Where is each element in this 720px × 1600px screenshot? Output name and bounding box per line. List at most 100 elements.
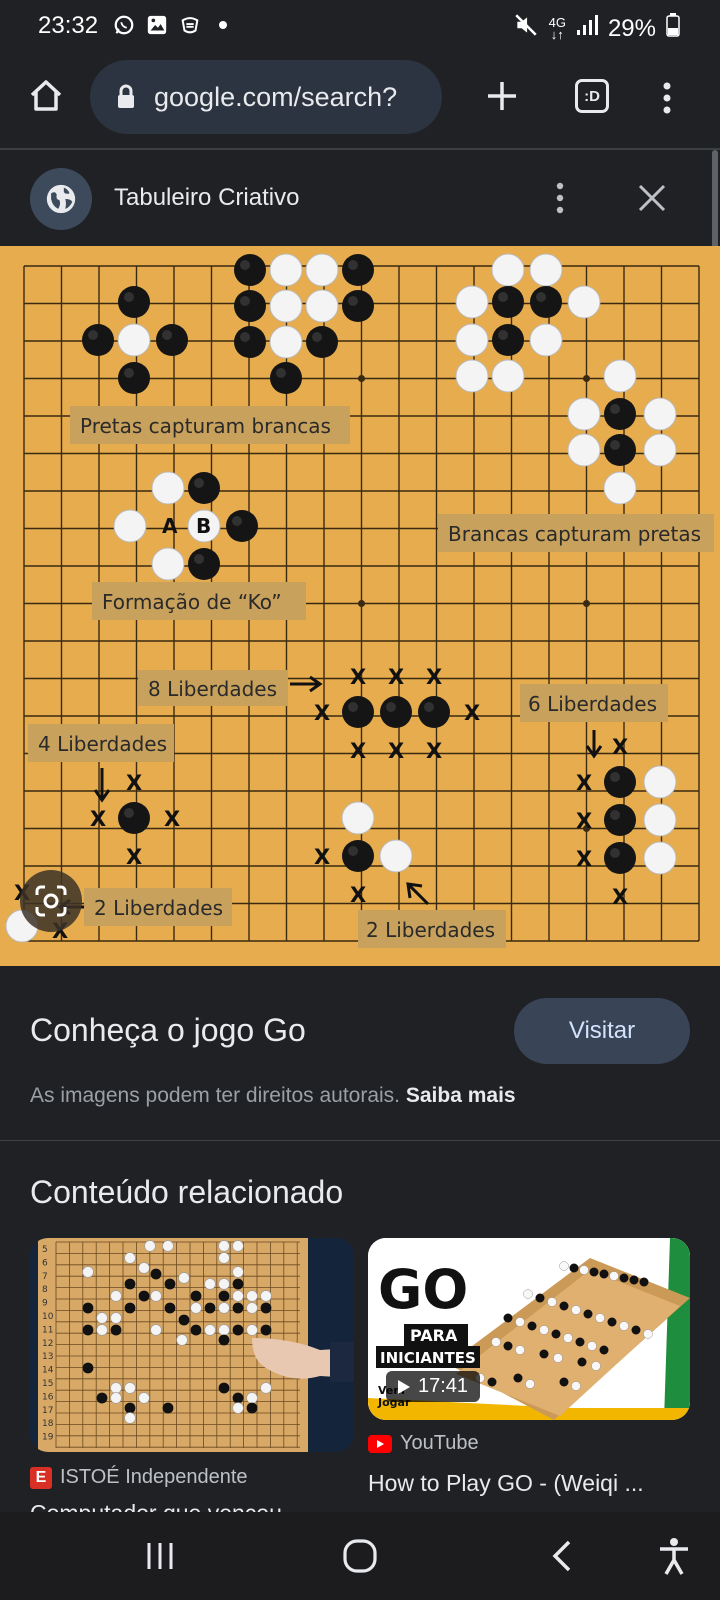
thumb-black-stone [204, 1302, 216, 1314]
thumb-white-stone [124, 1252, 136, 1264]
url-bar[interactable]: google.com/search? [90, 60, 442, 134]
thumb-black-stone [124, 1302, 136, 1314]
thumb2-white-stone [643, 1329, 653, 1339]
close-button[interactable] [634, 180, 670, 216]
thumb2-white-stone [523, 1289, 533, 1299]
recents-button[interactable] [138, 1534, 182, 1578]
label-2-liberdades-a: 2 Liberdades [94, 896, 223, 920]
viewer-more-button[interactable] [548, 178, 572, 218]
white-stone [151, 547, 185, 581]
tab-switcher-button[interactable]: :D [575, 79, 609, 113]
black-stone [604, 434, 636, 466]
accessibility-button[interactable] [652, 1534, 696, 1578]
black-stone [604, 766, 636, 798]
thumb-white-stone [260, 1382, 272, 1394]
thumb-white-stone [124, 1412, 136, 1424]
liberty-mark: X [426, 665, 442, 689]
black-stone [118, 802, 150, 834]
more-menu-button[interactable] [652, 78, 682, 118]
battery-icon [666, 13, 680, 44]
thumb-white-stone [218, 1302, 230, 1314]
thumb-black-stone [190, 1290, 202, 1302]
thumb-row-number: 6 [42, 1258, 48, 1268]
white-stone [643, 803, 677, 837]
more-vert-icon [663, 82, 671, 114]
thumb2-black-stone [631, 1325, 641, 1335]
label-ko: Formação de “Ko” [102, 590, 282, 614]
white-stone [305, 289, 339, 323]
globe-icon[interactable] [30, 168, 92, 230]
thumb2-white-stone [515, 1317, 525, 1327]
liberty-mark: X [612, 735, 628, 759]
thumb-white-stone [110, 1382, 122, 1394]
new-tab-button[interactable] [482, 76, 522, 116]
home-button[interactable] [26, 76, 66, 116]
thumb2-black-stone [583, 1309, 593, 1319]
browser-toolbar: google.com/search? :D [0, 54, 720, 148]
home-nav-button[interactable] [338, 1534, 382, 1578]
liberty-mark: X [350, 883, 366, 907]
black-stone [234, 290, 266, 322]
mark-b: B [196, 514, 211, 538]
back-button[interactable] [540, 1534, 584, 1578]
white-stone [491, 359, 525, 393]
black-stone [492, 286, 524, 318]
white-stone [305, 253, 339, 287]
related-thumbnail-1[interactable]: 5 6 7 8 9 10 11 12 13 14 15 16 17 18 19 [30, 1238, 354, 1452]
liberty-mark: X [388, 739, 404, 763]
thumb-white-stone [96, 1324, 108, 1336]
related-thumbnail-2[interactable]: GO PARA INICIANTES Vem Jogar 17:41 [368, 1238, 690, 1420]
thumb2-white-stone [595, 1313, 605, 1323]
visit-button[interactable]: Visitar [514, 998, 690, 1064]
white-stone [113, 509, 147, 543]
go-rules-image[interactable]: XXXXXXXXXXXXXXXXXXXXX Pretas capturam br… [0, 246, 720, 966]
thumb-white-stone [138, 1262, 150, 1274]
related-caption-2[interactable]: How to Play GO - (Weiqi ... [368, 1470, 644, 1497]
thumb-black-stone [218, 1334, 230, 1346]
thumb2-black-stone [629, 1275, 639, 1285]
thumb-black-stone [190, 1324, 202, 1336]
black-stone [306, 326, 338, 358]
label-pretas-capturam: Pretas capturam brancas [80, 414, 331, 438]
thumb-black-stone [124, 1278, 136, 1290]
learn-more-link[interactable]: Saiba mais [406, 1084, 516, 1107]
thumb-white-stone [246, 1290, 258, 1302]
thumb2-black-stone [599, 1269, 609, 1279]
liberty-mark: X [576, 771, 592, 795]
black-stone [234, 326, 266, 358]
system-nav-bar [0, 1512, 720, 1600]
copyright-notice: As imagens podem ter direitos autorais. … [30, 1084, 516, 1108]
thumb2-black-stone [551, 1329, 561, 1339]
thumb-white-stone [110, 1290, 122, 1302]
go-board-svg: XXXXXXXXXXXXXXXXXXXXX Pretas capturam br… [5, 253, 714, 948]
black-stone [234, 254, 266, 286]
white-stone [491, 253, 525, 287]
white-stone [603, 359, 637, 393]
sleeve-shape [330, 1342, 354, 1382]
related-source-1[interactable]: E ISTOÉ Independente [30, 1466, 248, 1489]
lens-icon [35, 885, 67, 917]
google-lens-button[interactable] [20, 870, 82, 932]
istoe-logo-icon: E [30, 1466, 52, 1489]
thumb2-black-stone [619, 1273, 629, 1283]
home-icon [30, 80, 62, 111]
video-duration: 17:41 [386, 1371, 481, 1402]
thumb-row-number: 18 [42, 1419, 54, 1429]
thumb-black-stone [260, 1324, 272, 1336]
network-4g-icon: 4G ↓↑ [548, 14, 566, 42]
thumb2-black-stone [589, 1267, 599, 1277]
home-circle-icon [343, 1539, 377, 1573]
thumb2-black-stone [527, 1321, 537, 1331]
arrow-lib4 [93, 768, 111, 803]
white-stone [643, 433, 677, 467]
white-stone [455, 359, 489, 393]
liberty-mark: X [426, 739, 442, 763]
thumb2-black-stone [607, 1317, 617, 1327]
thumb-row-number: 7 [42, 1272, 48, 1282]
thumb-row-number: 11 [42, 1325, 53, 1335]
thumb-white-stone [218, 1278, 230, 1290]
site-name[interactable]: Tabuleiro Criativo [114, 184, 299, 212]
thumb-white-stone [218, 1252, 230, 1264]
related-source-2[interactable]: YouTube [368, 1432, 479, 1455]
white-stone [567, 433, 601, 467]
